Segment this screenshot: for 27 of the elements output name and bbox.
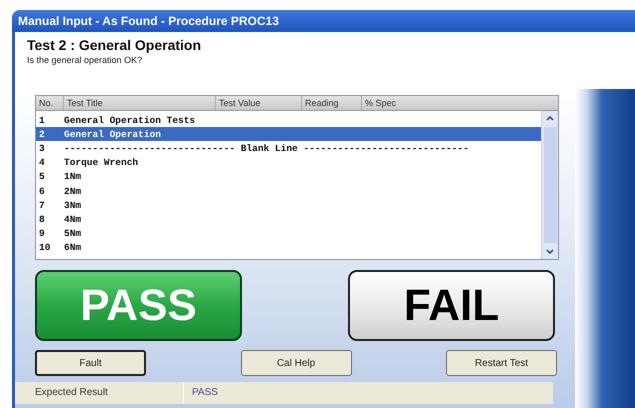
table-row[interactable]: 2 General Operation <box>36 127 541 142</box>
table-row[interactable]: 5 1Nm <box>36 170 541 184</box>
action-button[interactable]: Cal Help <box>240 350 352 376</box>
table-row[interactable]: 9 5Nm <box>36 226 541 241</box>
column-header[interactable]: % Spec <box>362 96 558 110</box>
action-button[interactable]: Restart Test <box>446 350 557 376</box>
table-row[interactable]: 10 6Nm <box>36 240 541 255</box>
column-header[interactable]: Reading <box>302 96 362 110</box>
action-button[interactable]: Fault <box>35 350 146 376</box>
test-question: Is the general operation OK? <box>27 55 144 65</box>
table-row[interactable]: 3 ------------------------------ Blank Line ----------------------------- <box>36 141 541 156</box>
scrollbar[interactable] <box>541 111 558 259</box>
scroll-up-icon[interactable] <box>545 114 555 122</box>
status-label: Expected Result <box>35 382 184 404</box>
test-heading: Test 2 : General Operation <box>27 37 202 53</box>
table-row[interactable]: 1 General Operation Tests <box>36 113 541 128</box>
column-header[interactable]: Test Title <box>64 96 216 110</box>
fail-button[interactable]: FAIL <box>348 270 555 341</box>
scroll-down-icon[interactable] <box>545 248 555 256</box>
table-row[interactable]: 4 Torque Wrench <box>36 156 541 170</box>
table-row[interactable]: 8 4Nm <box>36 212 541 226</box>
table-row[interactable]: 7 3Nm <box>36 198 541 212</box>
status-value: PASS <box>191 386 219 400</box>
table-row[interactable]: 6 2Nm <box>36 184 541 198</box>
column-header[interactable]: Test Value <box>216 96 302 110</box>
column-header[interactable]: No. <box>36 96 64 110</box>
window-title: Manual Input - As Found - Procedure PROC13 <box>18 14 279 28</box>
